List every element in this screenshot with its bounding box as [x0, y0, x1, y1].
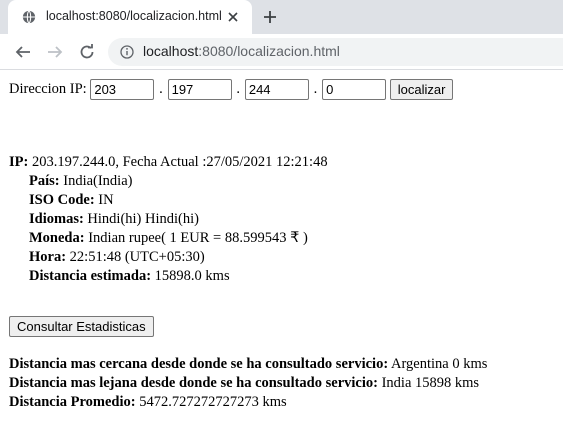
- stat-label: Distancia mas lejana desde donde se ha c…: [9, 375, 378, 391]
- address-bar[interactable]: localhost:8080/localizacion.html: [108, 38, 563, 66]
- field-label: Distancia estimada:: [29, 268, 152, 284]
- ip-separator: .: [313, 81, 318, 97]
- stat-value: Argentina 0 kms: [388, 356, 488, 372]
- ip-octet-1-input[interactable]: [90, 79, 155, 100]
- page-content: Direccion IP: . . . localizar IP: 203.19…: [0, 71, 563, 421]
- new-tab-plus-icon[interactable]: [262, 9, 278, 25]
- ip-line: IP: 203.197.244.0, Fecha Actual :27/05/2…: [9, 153, 328, 172]
- ip-octet-3-input[interactable]: [244, 79, 309, 100]
- localizar-button[interactable]: localizar: [389, 79, 454, 100]
- field-value: 22:51:48 (UTC+05:30): [66, 249, 205, 265]
- url-host: localhost: [143, 43, 199, 59]
- result-field-currency: Moneda: Indian rupee( 1 EUR = 88.599543 …: [9, 229, 328, 248]
- tab-title: localhost:8080/localizacion.html: [46, 9, 222, 23]
- browser-tab[interactable]: localhost:8080/localizacion.html: [8, 0, 252, 34]
- ip-form: Direccion IP: . . . localizar: [9, 79, 454, 100]
- stat-closest-distance: Distancia mas cercana desde donde se ha …: [9, 355, 487, 374]
- ip-label: Direccion IP:: [9, 81, 87, 97]
- stat-label: Distancia Promedio:: [9, 394, 136, 410]
- result-field-languages: Idiomas: Hindi(hi) Hindi(hi): [9, 210, 328, 229]
- result-field-distance: Distancia estimada: 15898.0 kms: [9, 267, 328, 286]
- stat-value: 5472.727272727273 kms: [135, 394, 287, 410]
- stat-average-distance: Distancia Promedio: 5472.727272727273 km…: [9, 393, 487, 412]
- location-result: IP: 203.197.244.0, Fecha Actual :27/05/2…: [9, 153, 328, 286]
- field-label: Hora:: [29, 249, 67, 265]
- stat-value: India 15898 kms: [377, 375, 480, 391]
- back-arrow-icon[interactable]: [14, 43, 32, 61]
- ip-octet-2-input[interactable]: [167, 79, 232, 100]
- globe-icon: [22, 10, 36, 24]
- result-field-time: Hora: 22:51:48 (UTC+05:30): [9, 248, 328, 267]
- close-icon[interactable]: [226, 10, 240, 24]
- result-field-iso-code: ISO Code: IN: [9, 191, 328, 210]
- info-icon[interactable]: [120, 45, 134, 59]
- field-value: India(India): [59, 173, 133, 189]
- browser-toolbar: localhost:8080/localizacion.html: [0, 34, 563, 70]
- result-field-country: País: India(India): [9, 172, 328, 191]
- stat-label: Distancia mas cercana desde donde se ha …: [9, 356, 389, 372]
- field-label: Moneda:: [29, 230, 85, 246]
- ip-result-label: IP:: [9, 154, 29, 170]
- ip-result-value: 203.197.244.0, Fecha Actual :27/05/2021 …: [28, 154, 328, 170]
- field-value: Indian rupee( 1 EUR = 88.599543 ₹ ): [84, 230, 308, 246]
- field-value: IN: [94, 192, 114, 208]
- field-label: País:: [29, 173, 60, 189]
- ip-separator: .: [159, 81, 163, 97]
- field-label: Idiomas:: [29, 211, 84, 227]
- field-value: 15898.0 kms: [151, 268, 230, 284]
- url-text: localhost:8080/localizacion.html: [143, 43, 340, 59]
- url-path: :8080/localizacion.html: [198, 43, 340, 59]
- consultar-estadisticas-button[interactable]: Consultar Estadisticas: [9, 316, 154, 337]
- reload-icon[interactable]: [78, 43, 96, 61]
- stat-farthest-distance: Distancia mas lejana desde donde se ha c…: [9, 374, 487, 393]
- statistics: Distancia mas cercana desde donde se ha …: [9, 355, 487, 412]
- field-label: ISO Code:: [29, 192, 95, 208]
- field-value: Hindi(hi) Hindi(hi): [83, 211, 199, 227]
- tab-strip: localhost:8080/localizacion.html: [0, 0, 563, 34]
- forward-arrow-icon[interactable]: [46, 43, 64, 61]
- ip-octet-4-input[interactable]: [322, 79, 387, 100]
- ip-separator: .: [236, 81, 241, 97]
